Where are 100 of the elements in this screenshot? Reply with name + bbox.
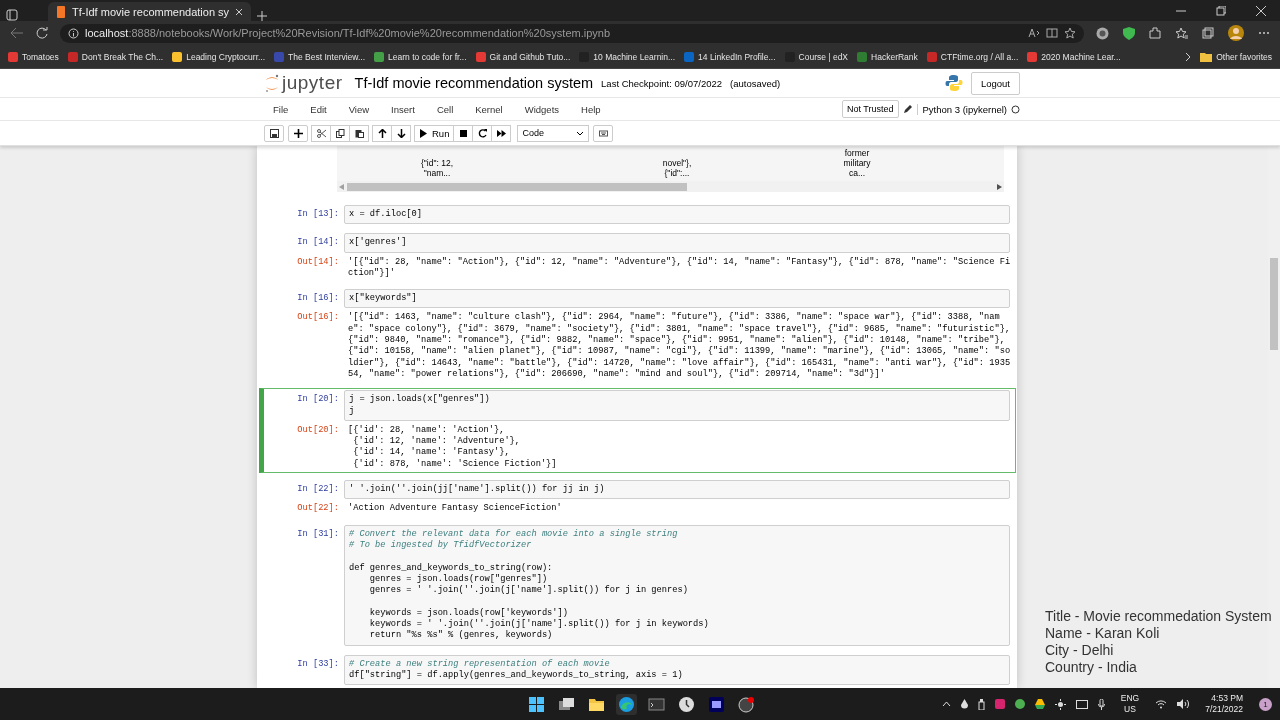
drive-icon[interactable] [1034,699,1045,709]
move-down-button[interactable] [391,124,411,142]
menu-item[interactable]: Widgets [515,101,569,117]
wifi-icon[interactable] [1155,699,1168,709]
code-cell[interactable]: In [33]: # Create a new string representation of each movie df["string"] = df.apply(genres_and_keywords_to_string, axis = 1) [259,652,1016,688]
profile-avatar-icon[interactable] [1228,25,1244,41]
interrupt-button[interactable] [453,124,474,142]
move-up-button[interactable] [372,124,392,142]
insert-cell-button[interactable] [288,124,308,142]
trust-button[interactable]: Not Trusted [842,100,899,118]
logout-button[interactable]: Logout [970,71,1020,95]
code-cell[interactable]: In [14]: x['genres'] Out[14]: '[{"id": 28, "name": "Action"}, {"id": 12, "name": "Adventure"}, {"id": 14, "name": "Fantasy"}, {"id": 878, "name": "Science Fi ction"}]' [259,231,1016,283]
restore-icon[interactable] [1216,6,1226,16]
code-cell[interactable]: In [13]: x = df.iloc[0] [259,203,1016,227]
menu-item[interactable]: Edit [301,101,336,117]
cell-type-dropdown[interactable]: Code [517,124,590,142]
browser-tab[interactable]: Tf-Idf movie recommendation sy [48,2,252,21]
read-aloud-icon[interactable] [1028,28,1040,38]
notification-badge[interactable]: 1 [1259,697,1272,711]
bookmark-link[interactable]: 2020 Machine Lear... [1027,51,1121,62]
bookmark-link[interactable]: Course | edX [784,51,849,62]
close-icon[interactable] [1256,6,1266,16]
restart-button[interactable] [472,124,493,142]
more-icon[interactable] [1258,31,1270,35]
bookmark-link[interactable]: CTFtime.org / All a... [926,51,1019,62]
save-button[interactable] [264,124,284,142]
cut-button[interactable] [311,124,331,142]
command-palette-button[interactable] [593,124,614,142]
restart-run-all-button[interactable] [491,124,512,142]
bookmark-link[interactable]: HackerRank [857,51,918,62]
paste-button[interactable] [349,124,369,142]
shield-icon[interactable] [1123,26,1135,40]
horizontal-scrollbar[interactable] [337,181,1004,192]
bookmark-link[interactable]: Don't Break The Ch... [67,51,164,62]
code-editor[interactable]: x["keywords"] [344,289,1010,309]
output-line: ction"}]' [348,267,396,280]
sun-icon[interactable] [1054,698,1066,710]
back-icon[interactable] [10,27,24,39]
python-logo-icon [944,74,963,92]
arrow-down-icon [396,128,406,138]
puzzle-icon[interactable] [1149,27,1161,39]
code-editor[interactable]: x = df.iloc[0] [344,205,1010,225]
new-tab-icon[interactable] [257,11,268,21]
water-drop-icon[interactable] [960,699,968,709]
chevron-up-icon[interactable] [941,701,951,707]
address-field[interactable]: localhost:8888/notebooks/Work/Project%20Revision/Tf-Idf%20movie%20recommendation%20system.ipynb [60,23,1084,43]
bookmark-link[interactable]: Git and Github Tuto... [475,51,571,62]
run-button[interactable]: Run [414,124,455,142]
scroll-right-icon[interactable] [997,183,1002,190]
output-line: {'id': 878, 'name': 'Science Fiction'}] [352,458,558,471]
folder-icon [1200,51,1213,62]
code-editor[interactable]: # Create a new string representation of each movie df["string"] = df.apply(genres_and_keywords_to_string, axis = 1) [344,654,1010,686]
site-icon [926,51,937,62]
refresh-icon[interactable] [36,27,48,39]
table-cell-text: novel"}, {"id":... [661,158,693,178]
favorites-icon[interactable] [1175,27,1188,39]
clock[interactable]: 4:53 PM 7/21/2022 [1199,692,1249,716]
code-editor[interactable]: x['genres'] [344,233,1010,253]
menu-item[interactable]: Cell [427,101,463,117]
bookmark-link[interactable]: Learn to code for fr... [374,51,467,62]
menu-item[interactable]: File [264,101,298,117]
language-indicator[interactable]: ENG US [1114,692,1146,716]
bookmark-link[interactable]: The Best Interview... [274,51,366,62]
usb-drive-icon[interactable] [977,698,985,710]
favorite-icon[interactable] [1064,27,1076,39]
code-editor[interactable]: ' '.join(''.join(jj['name'].split()) for jj in j) [344,480,1010,500]
tab-actions-icon[interactable] [6,9,18,21]
pencil-icon[interactable] [902,104,913,114]
menu-item[interactable]: Insert [382,101,424,117]
bookmark-link[interactable]: Tomatoes [8,51,59,62]
output-line: '[{"id": 1463, "name": "culture clash"}, {"id": 2964, "name": "future"}, {"id": 3386, "name": "space war"}, {"id": 3388, "nam [348,312,1001,324]
code-cell[interactable]: In [22]: ' '.join(''.join(jj['name'].split()) for jj in j) Out[22]: 'Action Adventure Fantasy ScienceFiction' [259,478,1016,518]
menu-item[interactable]: Help [572,101,610,117]
keyboard-icon[interactable] [1075,699,1088,709]
output-prompt: Out[22]: [296,502,340,515]
autosave-status: (autosaved) [730,77,781,89]
volume-icon[interactable] [1177,699,1190,709]
browser-icon [618,695,635,713]
edge-button[interactable] [616,693,637,715]
menu-item[interactable]: View [339,101,379,117]
site-icon [684,51,695,62]
chevron-right-icon[interactable] [1185,51,1192,62]
bookmark-link[interactable]: Leading Cryptocurr... [172,51,266,62]
reader-icon[interactable] [1046,28,1058,38]
menu-item[interactable]: Kernel [466,101,512,117]
code-editor[interactable]: # Convert the relevant data for each movie into a single string # To be ingested by TfidfVectorizer def genres_and_keywords_to_string(row): genres = json.loads(row["genres"]) genres = ' '.join(''.join(j['name'].split()) for j in genres) keywords = json.loads(row['keywords']) keywords = ' '.join(''.join(j['name'].split()) for j in keywords) return "%s %s" % (genres, keywords) [344,524,1010,646]
copy-button[interactable] [330,124,350,142]
bookmark-link[interactable]: 14 LinkedIn Profile... [684,51,776,62]
input-prompt: In [20]: [296,393,340,406]
other-favorites-link[interactable]: Other favorites [1200,51,1272,62]
app-tray-icon[interactable] [994,699,1005,709]
collections-icon[interactable] [1202,27,1214,39]
output-line: 54, "name": "power relations"}, {"id": 206690, "name": "mind and soul"}, {"id": 209714, "name": "3d"}]' [348,368,886,381]
microphone-icon[interactable] [1097,698,1105,710]
code-editor[interactable]: j = json.loads(x["genres"]) j [344,390,1010,421]
code-cell[interactable]: In [20]: j = json.loads(x["genres"]) j Out[20]: [{'id': 28, 'name': 'Action'}, {'id': 12, 'name': 'Adventure'}, {'id': 14, 'name': 'Fantasy'}, {'id': 878, 'name': 'Science Fiction'}] [259,388,1016,474]
notebook-title[interactable]: Tf-Idf movie recommendation system [354,75,594,91]
close-icon[interactable] [235,7,244,16]
checkpoint-text: Last Checkpoint: 09/07/2022 [601,77,722,89]
bookmark-link[interactable]: 10 Machine Learnin... [579,51,676,62]
